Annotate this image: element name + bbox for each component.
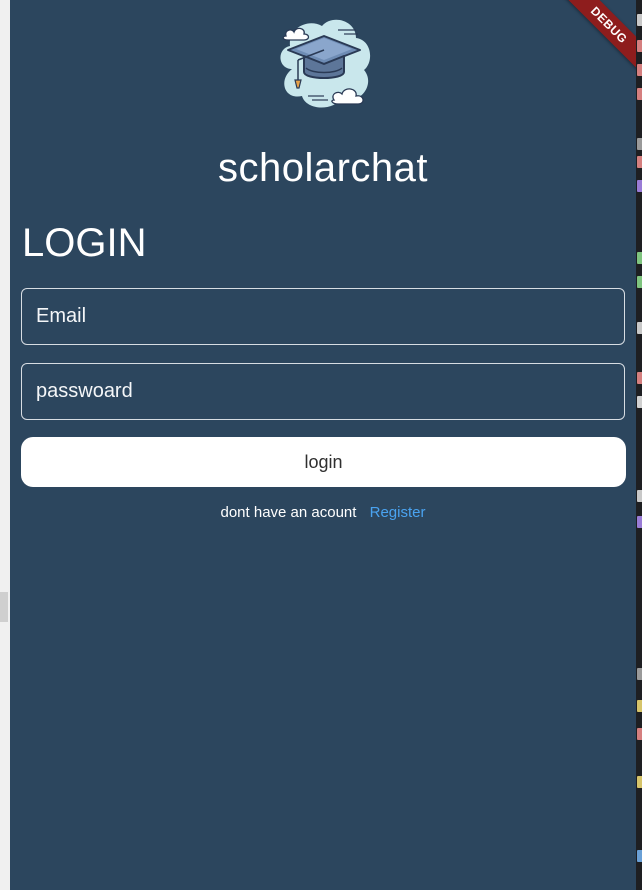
- register-link[interactable]: Register: [370, 504, 426, 521]
- register-row: dont have an acount Register: [10, 504, 636, 521]
- register-prompt: dont have an acount: [220, 504, 357, 521]
- editor-background-strip: [636, 0, 642, 890]
- app-title: scholarchat: [217, 146, 429, 190]
- login-heading: LOGIN: [22, 221, 147, 265]
- email-field[interactable]: [21, 288, 625, 345]
- left-gutter: [0, 0, 10, 890]
- password-field[interactable]: [21, 363, 625, 420]
- scroll-notch: [0, 592, 8, 622]
- login-button[interactable]: login: [21, 437, 626, 487]
- app-screen: scholarchat LOGIN login dont have an aco…: [10, 0, 636, 890]
- debug-banner: DEBUG: [548, 0, 636, 86]
- graduation-cap-cloud-icon: [280, 19, 371, 108]
